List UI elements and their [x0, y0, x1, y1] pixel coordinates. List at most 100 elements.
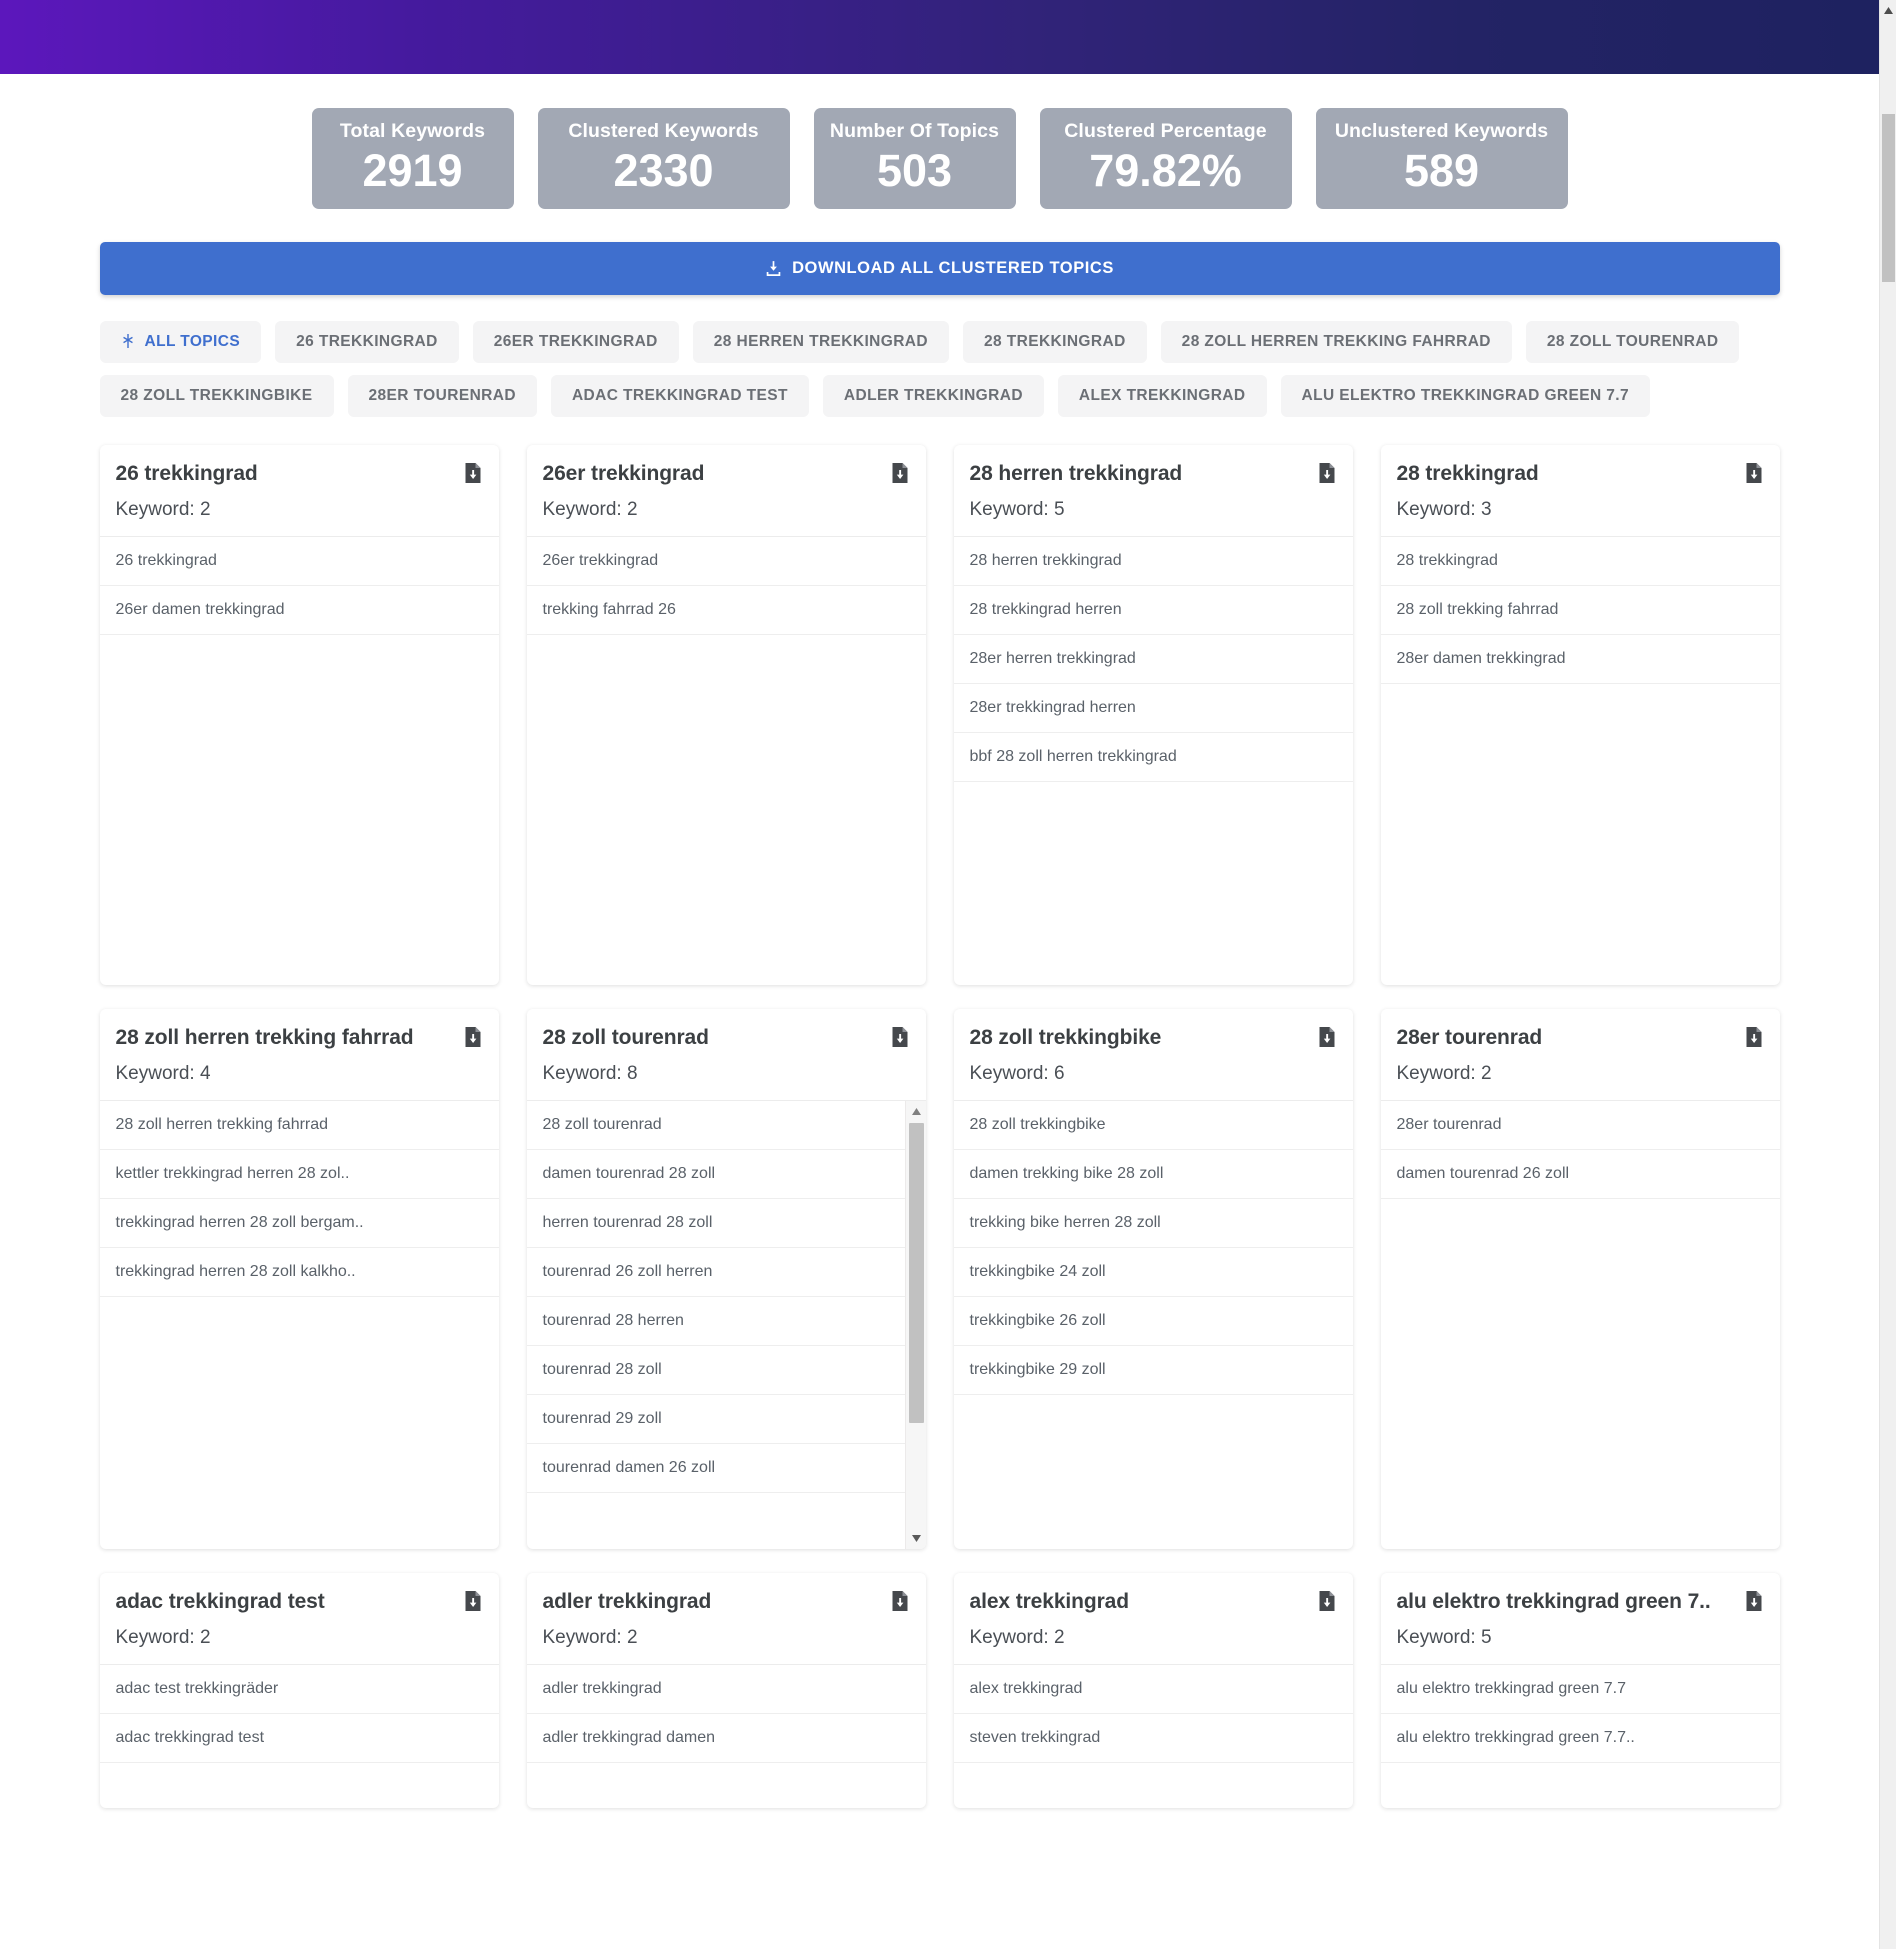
keyword-item: alex trekkingrad [953, 1665, 1353, 1714]
keyword-item: 28 zoll tourenrad [526, 1101, 905, 1150]
topic-card: 26 trekkingrad Keyword: 2 26 trekkingrad 26… [99, 445, 499, 985]
topic-keyword-count: Keyword: 2 [1396, 1063, 1492, 1084]
keyword-item: steven trekkingrad [953, 1714, 1353, 1763]
download-topic-icon[interactable] [1744, 463, 1764, 488]
filter-chip-label: ADLER TREKKINGRAD [843, 387, 1023, 404]
keyword-item: tourenrad 28 herren [526, 1297, 905, 1346]
keyword-item: 28 zoll trekking fahrrad [1380, 586, 1780, 635]
download-topic-icon[interactable] [1317, 463, 1337, 488]
stat-value: 79.82% [1089, 145, 1242, 197]
filter-chip-all-topics[interactable]: ALL TOPICS [99, 321, 262, 363]
download-topic-icon[interactable] [463, 463, 483, 488]
download-topic-icon[interactable] [890, 1027, 910, 1052]
scroll-up-arrow-icon[interactable] [906, 1103, 926, 1121]
stat-label: Unclustered Keywords [1334, 120, 1549, 143]
topic-card-header: 28 zoll tourenrad Keyword: 8 [526, 1009, 926, 1101]
stat-label: Number Of Topics [829, 120, 1000, 143]
page-scroll-viewport: Total Keywords 2919 Clustered Keywords 2330… [0, 74, 1879, 1949]
download-topic-icon[interactable] [1744, 1591, 1764, 1616]
keyword-item: adler trekkingrad damen [526, 1714, 926, 1763]
topic-keyword-list: adler trekkingrad adler trekkingrad damen [526, 1665, 926, 1808]
stat-value: 2330 [613, 145, 714, 197]
stat-card-number-of-topics: Number Of Topics 503 [813, 108, 1016, 209]
download-all-label: DOWNLOAD ALL CLUSTERED TOPICS [792, 259, 1114, 277]
keyword-item: 26er trekkingrad [526, 537, 926, 586]
keyword-item: tourenrad 26 zoll herren [526, 1248, 905, 1297]
filter-chip-28-trekkingrad[interactable]: 28 TREKKINGRAD [963, 321, 1147, 363]
topic-list-scrollbar-thumb[interactable] [908, 1122, 924, 1423]
stat-value: 503 [876, 145, 953, 197]
keyword-item: adler trekkingrad [526, 1665, 926, 1714]
topic-card-header: 28 zoll herren trekking fahrrad Keyword: … [99, 1009, 499, 1101]
download-topic-icon[interactable] [1317, 1591, 1337, 1616]
filter-chip-28-zoll-tourenrad[interactable]: 28 ZOLL TOURENRAD [1525, 321, 1740, 363]
stat-label: Clustered Percentage [1064, 120, 1267, 143]
topic-card-header: 26er trekkingrad Keyword: 2 [526, 445, 926, 537]
download-topic-icon[interactable] [463, 1027, 483, 1052]
keyword-item: trekkingbike 26 zoll [953, 1297, 1353, 1346]
topic-title: adler trekkingrad [542, 1590, 712, 1613]
topic-card-header: 28 trekkingrad Keyword: 3 [1380, 445, 1780, 537]
topic-title: 28 herren trekkingrad [969, 462, 1183, 485]
topic-keyword-list: 28 zoll herren trekking fahrrad kettler t… [99, 1101, 499, 1549]
keyword-item: 28 zoll trekkingbike [953, 1101, 1353, 1150]
main-container: Total Keywords 2919 Clustered Keywords 2330… [99, 74, 1780, 1808]
filter-chip-label: 28 ZOLL TREKKINGBIKE [120, 387, 313, 404]
topic-list-scrollbar[interactable] [904, 1100, 926, 1549]
filter-chip-label: 26 TREKKINGRAD [296, 333, 438, 350]
filter-chip-26-trekkingrad[interactable]: 26 TREKKINGRAD [275, 321, 459, 363]
download-topic-icon[interactable] [1744, 1027, 1764, 1052]
download-topic-icon[interactable] [890, 463, 910, 488]
stat-value: 589 [1403, 145, 1480, 197]
filter-chip-alu-elektro-trekkingrad-green-7-7[interactable]: ALU ELEKTRO TREKKINGRAD GREEN 7.7 [1280, 375, 1651, 417]
download-topic-icon[interactable] [463, 1591, 483, 1616]
download-all-clustered-topics-button[interactable]: DOWNLOAD ALL CLUSTERED TOPICS [99, 242, 1780, 295]
topic-card: 28 trekkingrad Keyword: 3 28 trekkingrad 28… [1380, 445, 1780, 985]
filter-chip-28-herren-trekkingrad[interactable]: 28 HERREN TREKKINGRAD [692, 321, 949, 363]
filter-chip-label: ADAC TREKKINGRAD TEST [571, 387, 788, 404]
filter-chip-label: 28 ZOLL HERREN TREKKING FAHRRAD [1181, 333, 1491, 350]
keyword-item: trekkingbike 29 zoll [953, 1346, 1353, 1395]
stat-card-clustered-percentage: Clustered Percentage 79.82% [1039, 108, 1292, 209]
topic-keyword-list: 28 zoll trekkingbike damen trekking bike … [953, 1101, 1353, 1549]
filter-chip-alex-trekkingrad[interactable]: ALEX TREKKINGRAD [1057, 375, 1267, 417]
topic-title: adac trekkingrad test [115, 1590, 325, 1613]
filter-chip-adler-trekkingrad[interactable]: ADLER TREKKINGRAD [822, 375, 1044, 417]
keyword-item: 28 trekkingrad [1380, 537, 1780, 586]
topic-title: 28 trekkingrad [1396, 462, 1539, 485]
topic-card: 26er trekkingrad Keyword: 2 26er trekkingr… [526, 445, 926, 985]
filter-chip-28-zoll-trekkingbike[interactable]: 28 ZOLL TREKKINGBIKE [99, 375, 334, 417]
keyword-item: 28 zoll herren trekking fahrrad [99, 1101, 499, 1150]
download-topic-icon[interactable] [890, 1591, 910, 1616]
keyword-item: bbf 28 zoll herren trekkingrad [953, 733, 1353, 782]
filter-chip-26er-trekkingrad[interactable]: 26ER TREKKINGRAD [472, 321, 679, 363]
stat-value: 2919 [362, 145, 463, 197]
filter-chip-28er-tourenrad[interactable]: 28ER TOURENRAD [347, 375, 537, 417]
topic-keyword-count: Keyword: 5 [969, 499, 1065, 520]
filter-chip-28-zoll-herren-trekking-fahrrad[interactable]: 28 ZOLL HERREN TREKKING FAHRRAD [1160, 321, 1512, 363]
page-scrollbar[interactable] [1879, 0, 1896, 1949]
topic-keyword-count: Keyword: 2 [115, 1627, 211, 1648]
topic-keyword-list: adac test trekkingräder adac trekkingrad … [99, 1665, 499, 1808]
topic-card: adler trekkingrad Keyword: 2 adler trekkin… [526, 1573, 926, 1808]
topic-keyword-count: Keyword: 4 [115, 1063, 211, 1084]
topic-card-header: alu elektro trekkingrad green 7.. Keyword… [1380, 1573, 1780, 1665]
topic-keyword-count: Keyword: 2 [969, 1627, 1065, 1648]
topic-card: alu elektro trekkingrad green 7.. Keyword… [1380, 1573, 1780, 1808]
filter-chip-label: 28ER TOURENRAD [368, 387, 516, 404]
filter-chip-adac-trekkingrad-test[interactable]: ADAC TREKKINGRAD TEST [550, 375, 809, 417]
filter-chip-label: 26ER TREKKINGRAD [493, 333, 658, 350]
topic-keyword-count: Keyword: 8 [542, 1063, 638, 1084]
filter-chip-label: ALU ELEKTRO TREKKINGRAD GREEN 7.7 [1301, 387, 1630, 404]
scroll-down-arrow-icon[interactable] [906, 1529, 926, 1547]
scroll-up-arrow-icon[interactable] [1880, 2, 1896, 19]
topic-card: 28 zoll trekkingbike Keyword: 6 28 zoll tr… [953, 1009, 1353, 1549]
keyword-item: 26 trekkingrad [99, 537, 499, 586]
keyword-item: trekkingbike 24 zoll [953, 1248, 1353, 1297]
download-topic-icon[interactable] [1317, 1027, 1337, 1052]
download-icon [765, 260, 782, 277]
page-scrollbar-thumb[interactable] [1882, 114, 1895, 282]
keyword-item: 28 trekkingrad herren [953, 586, 1353, 635]
filter-chip-label: 28 ZOLL TOURENRAD [1546, 333, 1719, 350]
stat-label: Total Keywords [339, 120, 486, 143]
